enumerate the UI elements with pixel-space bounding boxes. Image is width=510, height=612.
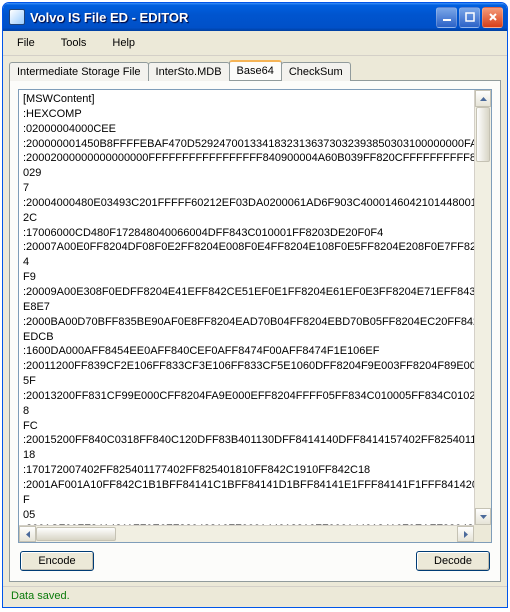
scroll-corner	[474, 525, 491, 542]
content-text[interactable]: [MSWContent] :HEXCOMP :02000004000CEE :2…	[19, 90, 491, 542]
status-text: Data saved.	[11, 590, 70, 602]
app-icon	[9, 9, 25, 25]
encode-button[interactable]: Encode	[20, 551, 94, 571]
menu-help[interactable]: Help	[106, 35, 141, 51]
scroll-down-button[interactable]	[475, 508, 491, 525]
titlebar[interactable]: Volvo IS File ED - EDITOR	[3, 3, 507, 31]
menu-file[interactable]: File	[11, 35, 41, 51]
menubar: File Tools Help	[3, 31, 507, 56]
status-bar: Data saved.	[3, 586, 507, 607]
content-textarea[interactable]: [MSWContent] :HEXCOMP :02000004000CEE :2…	[18, 89, 492, 543]
close-button[interactable]	[482, 7, 503, 28]
minimize-button[interactable]	[436, 7, 457, 28]
close-icon	[488, 12, 498, 22]
scroll-left-button[interactable]	[19, 526, 36, 542]
tab-base64[interactable]: Base64	[229, 60, 282, 80]
chevron-left-icon	[26, 531, 30, 538]
tabs: Intermediate Storage File InterSto.MDB B…	[3, 56, 507, 80]
decode-button[interactable]: Decode	[416, 551, 490, 571]
maximize-button[interactable]	[459, 7, 480, 28]
tab-intermediate-storage-file[interactable]: Intermediate Storage File	[9, 62, 149, 81]
scroll-track-h[interactable]	[36, 526, 457, 542]
window-title: Volvo IS File ED - EDITOR	[30, 10, 436, 25]
horizontal-scrollbar[interactable]	[19, 525, 474, 542]
chevron-right-icon	[464, 531, 468, 538]
tab-panel: [MSWContent] :HEXCOMP :02000004000CEE :2…	[9, 80, 501, 582]
button-row: Encode Decode	[18, 543, 492, 573]
chevron-up-icon	[480, 97, 487, 101]
app-window: Volvo IS File ED - EDITOR File Tools Hel…	[2, 2, 508, 608]
scroll-thumb[interactable]	[476, 107, 490, 162]
scroll-right-button[interactable]	[457, 526, 474, 542]
tab-checksum[interactable]: CheckSum	[281, 62, 351, 81]
tab-intersto-mdb[interactable]: InterSto.MDB	[148, 62, 230, 81]
maximize-icon	[465, 12, 475, 22]
vertical-scrollbar[interactable]	[474, 90, 491, 525]
scroll-track[interactable]	[475, 107, 491, 508]
minimize-icon	[442, 12, 452, 22]
scroll-thumb-h[interactable]	[36, 527, 116, 541]
scroll-up-button[interactable]	[475, 90, 491, 107]
chevron-down-icon	[480, 515, 487, 519]
menu-tools[interactable]: Tools	[55, 35, 93, 51]
